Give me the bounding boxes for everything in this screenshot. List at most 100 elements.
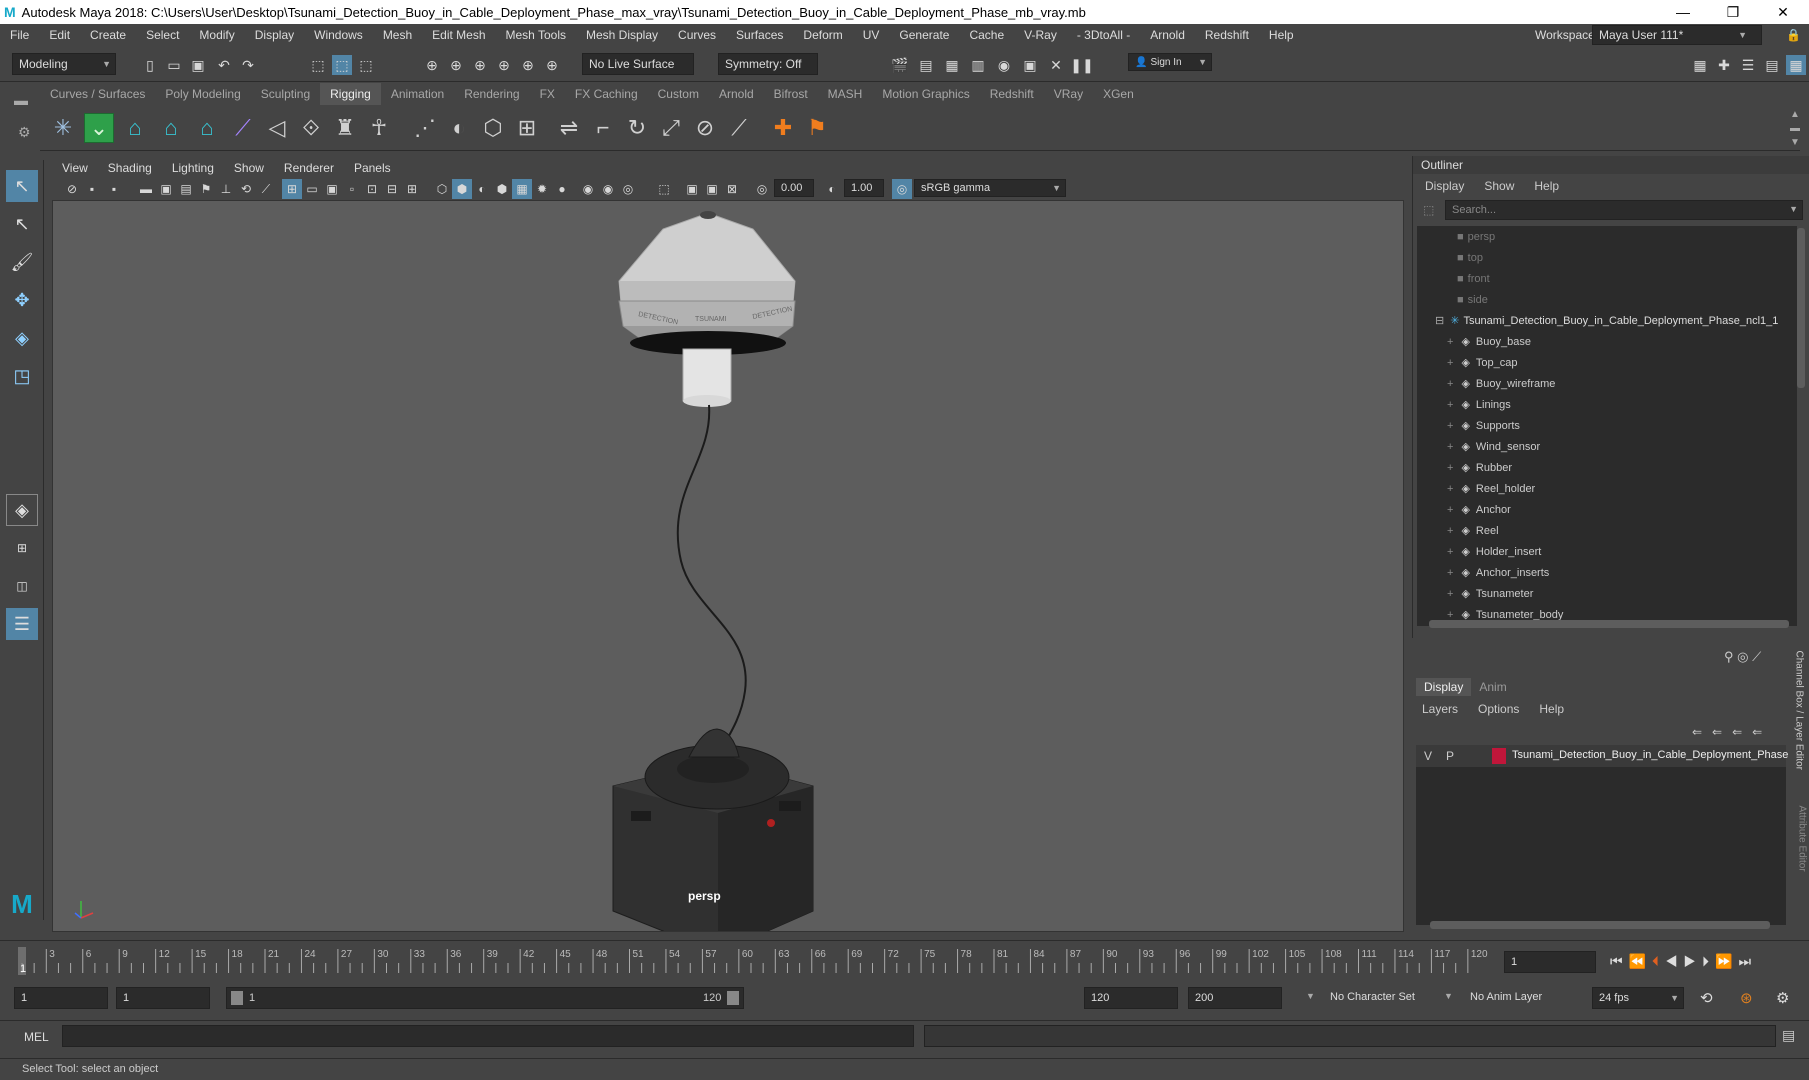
- use-lights-icon[interactable]: ▦: [512, 179, 532, 199]
- shelf-tab-bifrost[interactable]: Bifrost: [764, 83, 818, 105]
- menu-modify[interactable]: Modify: [199, 28, 234, 42]
- outliner-item-child[interactable]: + ◈ Rubber: [1447, 457, 1512, 478]
- script-editor-icon[interactable]: ▤: [1782, 1027, 1795, 1044]
- attribute-editor-icon[interactable]: ☰: [1738, 55, 1758, 75]
- outliner-item-child[interactable]: + ◈ Anchor_inserts: [1447, 562, 1549, 583]
- range-handle-start[interactable]: [231, 991, 243, 1005]
- layer-action-icons[interactable]: ⇐⇐⇐⇐: [1692, 725, 1772, 739]
- go-to-end-icon[interactable]: ⏭: [1738, 953, 1757, 969]
- two-view-icon[interactable]: ◫: [6, 570, 38, 602]
- layer-playback-toggle[interactable]: P: [1446, 749, 1454, 763]
- outliner-item-child[interactable]: + ◈ Buoy_base: [1447, 331, 1531, 352]
- tab-channel-box[interactable]: Channel Box / Layer Editor: [1794, 651, 1805, 801]
- playback-end-field[interactable]: 120: [1084, 987, 1178, 1009]
- resolution-gate-icon[interactable]: ▭: [302, 179, 322, 199]
- bind-skin-icon[interactable]: ⟋: [228, 113, 258, 143]
- close-button[interactable]: ✕: [1760, 0, 1806, 24]
- select-camera-icon[interactable]: ⊘: [62, 179, 82, 199]
- expand-icon[interactable]: +: [1447, 504, 1453, 516]
- shelf-tab-rendering[interactable]: Rendering: [454, 83, 529, 105]
- layer-color-swatch[interactable]: [1492, 748, 1506, 764]
- menu-edit[interactable]: Edit: [49, 28, 70, 42]
- render-settings-icon[interactable]: ▥: [968, 55, 988, 75]
- render-view-icon[interactable]: ▤: [916, 55, 936, 75]
- shelf-tab-vray[interactable]: VRay: [1044, 83, 1093, 105]
- layer-horizontal-scrollbar[interactable]: [1430, 921, 1770, 929]
- snap-point-icon[interactable]: ⊕: [470, 55, 490, 75]
- menu-redshift[interactable]: Redshift: [1205, 28, 1249, 42]
- blendshape-icon[interactable]: ⊞: [512, 113, 542, 143]
- expand-icon[interactable]: +: [1447, 588, 1453, 600]
- outliner-item-root[interactable]: ⊟ ✳ Tsunami_Detection_Buoy_in_Cable_Deploy…: [1435, 310, 1778, 331]
- cluster-icon[interactable]: ⋰: [410, 113, 440, 143]
- chevron-down-icon[interactable]: ▼: [1789, 204, 1798, 214]
- quick-rig-icon[interactable]: ⌂: [120, 113, 150, 143]
- shelf-tab-curves-surfaces[interactable]: Curves / Surfaces: [40, 83, 155, 105]
- xray-icon[interactable]: ▣: [682, 179, 702, 199]
- motion-blur-icon[interactable]: ◉: [578, 179, 598, 199]
- wireframe-on-shaded-icon[interactable]: ◐: [472, 179, 492, 199]
- menu-vray[interactable]: V-Ray: [1024, 28, 1057, 42]
- outliner-item-child[interactable]: + ◈ Supports: [1447, 415, 1520, 436]
- new-scene-icon[interactable]: ▯: [140, 55, 160, 75]
- textured-icon[interactable]: ⬢: [492, 179, 512, 199]
- shelf-tab-fx[interactable]: FX: [530, 83, 565, 105]
- outliner-item-child[interactable]: + ◈ Linings: [1447, 394, 1511, 415]
- select-tool-icon[interactable]: ↖: [6, 170, 38, 202]
- expand-icon[interactable]: +: [1447, 420, 1453, 432]
- colorspace-dropdown[interactable]: sRGB gamma ▼: [914, 179, 1066, 197]
- wrap-icon[interactable]: ⬡: [478, 113, 508, 143]
- outliner-item-child[interactable]: + ◈ Buoy_wireframe: [1447, 373, 1555, 394]
- outliner-menu-display[interactable]: Display: [1425, 179, 1464, 193]
- expand-icon[interactable]: +: [1447, 525, 1453, 537]
- channel-box-icon[interactable]: ▦: [1786, 55, 1806, 75]
- playback-start-field[interactable]: 1: [116, 987, 210, 1009]
- end-time-field[interactable]: 200: [1188, 987, 1282, 1009]
- menu-uv[interactable]: UV: [863, 28, 880, 42]
- viewport-persp[interactable]: DETECTION TSUNAMI DETECTION persp: [52, 200, 1404, 932]
- start-time-field[interactable]: 1: [14, 987, 108, 1009]
- vray-render-icon[interactable]: ▣: [1020, 55, 1040, 75]
- outliner-item-camera[interactable]: ■ side: [1457, 289, 1488, 310]
- render-frame-icon[interactable]: 🎬: [890, 55, 910, 75]
- paint-weights-icon[interactable]: ◁: [262, 113, 292, 143]
- tool-settings-icon[interactable]: ▤: [1762, 55, 1782, 75]
- buoy-top[interactable]: DETECTION TSUNAMI DETECTION: [618, 211, 796, 407]
- shelf-tab-xgen[interactable]: XGen: [1093, 83, 1144, 105]
- menu-windows[interactable]: Windows: [314, 28, 363, 42]
- layer-editor-tool-icons[interactable]: ⚲ ◎ ⟋: [1724, 649, 1761, 665]
- cable[interactable]: [676, 404, 747, 758]
- outliner-item-child[interactable]: + ◈ Tsunameter: [1447, 583, 1533, 604]
- safe-title-icon[interactable]: ⊡: [362, 179, 382, 199]
- select-object-icon[interactable]: ⬚: [332, 55, 352, 75]
- field-chart-icon[interactable]: ▫: [342, 179, 362, 199]
- menu-display[interactable]: Display: [255, 28, 294, 42]
- viewport-menu-renderer[interactable]: Renderer: [284, 161, 334, 175]
- anim-layer-field[interactable]: No Anim Layer: [1470, 991, 1542, 1003]
- outliner-item-child[interactable]: + ◈ Top_cap: [1447, 352, 1518, 373]
- go-to-start-icon[interactable]: ⏮: [1610, 953, 1629, 969]
- step-forward-icon[interactable]: ⏵: [1702, 953, 1715, 969]
- outliner-item-child[interactable]: + ◈ Reel: [1447, 520, 1499, 541]
- outliner-search-input[interactable]: Search... ▼: [1445, 200, 1803, 220]
- expand-icon[interactable]: +: [1447, 483, 1453, 495]
- viewport-menu-lighting[interactable]: Lighting: [172, 161, 214, 175]
- play-forward-icon[interactable]: ▶: [1684, 953, 1703, 969]
- viewport-menu-shading[interactable]: Shading: [108, 161, 152, 175]
- minimize-button[interactable]: —: [1660, 0, 1706, 24]
- viewport-menu-show[interactable]: Show: [234, 161, 264, 175]
- expand-icon[interactable]: +: [1447, 357, 1453, 369]
- locator-icon[interactable]: ✚: [768, 113, 798, 143]
- range-slider-bar[interactable]: 1 120: [226, 987, 744, 1009]
- smooth-shade-icon[interactable]: ⬢: [452, 179, 472, 199]
- step-back-key-icon[interactable]: ⏪: [1629, 953, 1652, 969]
- safe-action-icon[interactable]: ⟋: [256, 179, 276, 199]
- move-tool-icon[interactable]: ✥: [6, 284, 38, 316]
- shadows-icon[interactable]: ✹: [532, 179, 552, 199]
- pause-icon[interactable]: ❚❚: [1070, 55, 1093, 75]
- axis-icon[interactable]: ⊥: [216, 179, 236, 199]
- snap-surface-icon[interactable]: ⊕: [518, 55, 538, 75]
- xray-joints-icon[interactable]: ▣: [702, 179, 722, 199]
- paint-select-icon[interactable]: 🖌: [6, 246, 38, 278]
- shelf-tab-arnold[interactable]: Arnold: [709, 83, 764, 105]
